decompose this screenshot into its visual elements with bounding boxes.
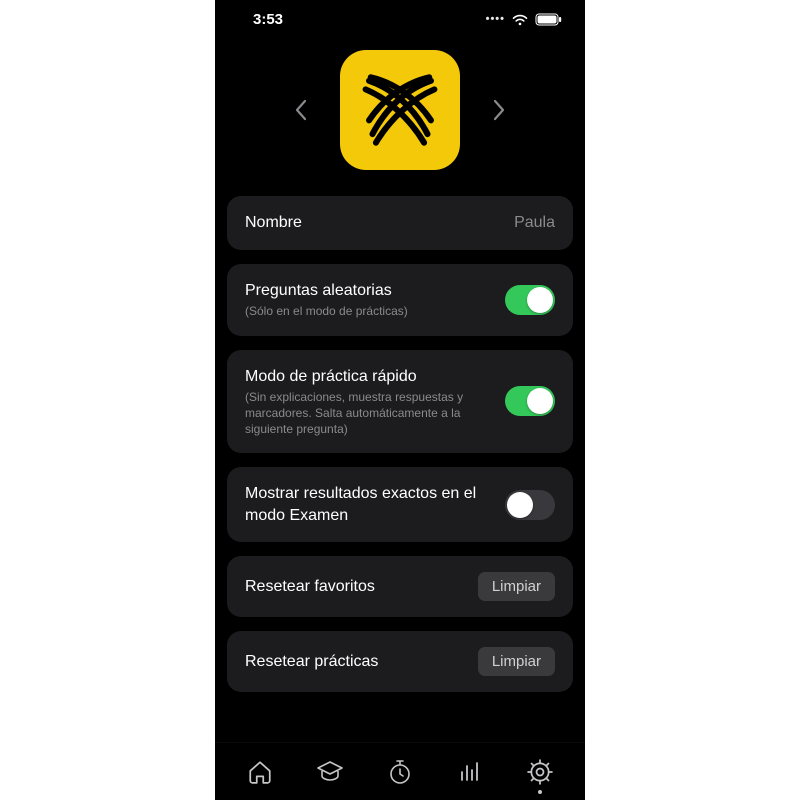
fast-practice-sub: (Sin explicaciones, muestra respuestas y… bbox=[245, 390, 491, 437]
reset-practices-row: Resetear prácticas Limpiar bbox=[227, 631, 573, 692]
reset-practices-button[interactable]: Limpiar bbox=[478, 647, 555, 676]
status-bar: 3:53 •••• bbox=[215, 0, 585, 38]
reset-favorites-label: Resetear favoritos bbox=[245, 576, 464, 598]
tab-study[interactable] bbox=[316, 758, 344, 786]
random-questions-sub: (Sólo en el modo de prácticas) bbox=[245, 304, 491, 320]
name-row[interactable]: Nombre Paula bbox=[227, 196, 573, 250]
status-right: •••• bbox=[486, 13, 563, 26]
fast-practice-row: Modo de práctica rápido (Sin explicacion… bbox=[227, 350, 573, 453]
wifi-icon bbox=[511, 13, 529, 26]
battery-icon bbox=[535, 13, 563, 26]
icon-carousel bbox=[215, 38, 585, 196]
tab-timer[interactable] bbox=[386, 758, 414, 786]
tab-home[interactable] bbox=[246, 758, 274, 786]
reset-favorites-button[interactable]: Limpiar bbox=[478, 572, 555, 601]
tab-stats[interactable] bbox=[456, 758, 484, 786]
fast-practice-label: Modo de práctica rápido bbox=[245, 366, 491, 388]
exact-results-row: Mostrar resultados exactos en el modo Ex… bbox=[227, 467, 573, 542]
cellular-dots-icon: •••• bbox=[486, 13, 505, 25]
random-questions-row: Preguntas aleatorias (Sólo en el modo de… bbox=[227, 264, 573, 336]
random-questions-toggle[interactable] bbox=[505, 285, 555, 315]
tab-bar bbox=[215, 742, 585, 800]
reset-favorites-row: Resetear favoritos Limpiar bbox=[227, 556, 573, 617]
settings-list: Nombre Paula Preguntas aleatorias (Sólo … bbox=[215, 196, 585, 742]
exact-results-label: Mostrar resultados exactos en el modo Ex… bbox=[245, 483, 491, 526]
status-time: 3:53 bbox=[253, 11, 283, 28]
chevron-left-icon[interactable] bbox=[290, 99, 312, 121]
tab-settings[interactable] bbox=[526, 758, 554, 786]
phone-frame: 3:53 •••• bbox=[215, 0, 585, 800]
app-icon[interactable] bbox=[340, 50, 460, 170]
name-label: Nombre bbox=[245, 212, 500, 234]
reset-practices-label: Resetear prácticas bbox=[245, 651, 464, 673]
chevron-right-icon[interactable] bbox=[488, 99, 510, 121]
fast-practice-toggle[interactable] bbox=[505, 386, 555, 416]
name-value: Paula bbox=[514, 214, 555, 232]
random-questions-label: Preguntas aleatorias bbox=[245, 280, 491, 302]
exact-results-toggle[interactable] bbox=[505, 490, 555, 520]
